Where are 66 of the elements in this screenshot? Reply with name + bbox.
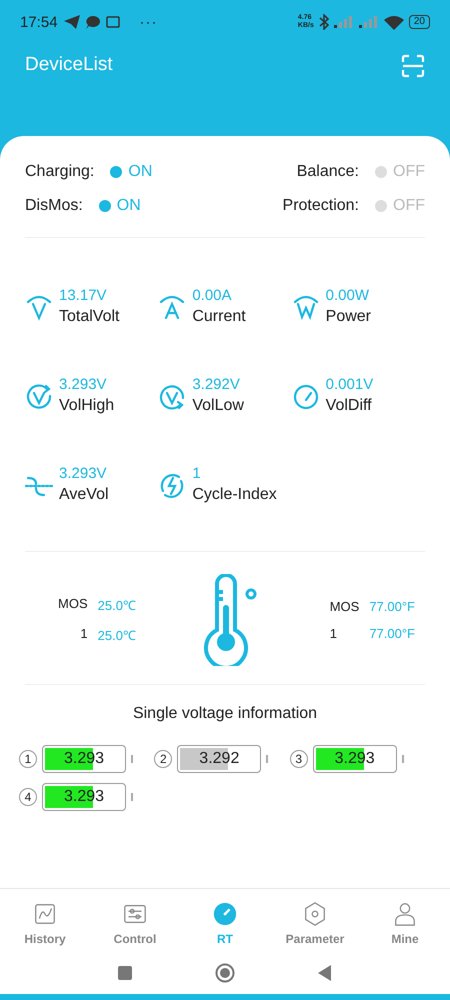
cell-number: 2	[154, 750, 172, 768]
metric-label: Current	[192, 307, 246, 327]
sensor-name: MOS	[58, 596, 88, 613]
cell-number: 1	[19, 750, 37, 768]
status-label: Charging:	[25, 163, 94, 181]
status-label: Balance:	[296, 163, 359, 181]
signal-icon	[358, 16, 379, 28]
metric-value: 13.17V	[59, 286, 108, 306]
metric-icon	[292, 294, 320, 322]
metric-label: AveVol	[59, 485, 109, 505]
signal-icon	[334, 16, 354, 28]
gauge-icon	[212, 901, 238, 927]
temperature-value: 77.00°F	[369, 599, 415, 614]
temperature-value: 25.0℃	[98, 627, 136, 644]
bluetooth-icon	[318, 14, 329, 30]
metric-value: 3.293V	[59, 464, 108, 484]
nav-tab[interactable]: Control	[90, 901, 180, 946]
metric-icon	[158, 383, 186, 411]
more-notifications: ···	[140, 14, 158, 30]
metric-value: 3.292V	[192, 375, 241, 395]
metric-icon	[25, 294, 53, 322]
nav-tab[interactable]: Mine	[360, 901, 450, 946]
status-value: ON	[128, 163, 152, 181]
chart-icon	[32, 901, 58, 927]
metric-label: Power	[326, 307, 372, 327]
metric-label: TotalVolt	[59, 307, 120, 327]
send-icon	[64, 15, 80, 29]
metric-label: Cycle-Index	[192, 485, 277, 505]
cell-voltage: 3.292	[198, 749, 240, 769]
battery-level: 20	[408, 15, 430, 29]
clock: 17:54	[20, 14, 58, 30]
nav-tab[interactable]: Parameter	[270, 901, 360, 946]
nav-tab[interactable]: RT	[180, 901, 270, 946]
sensor-name: MOS	[330, 599, 360, 614]
section-title: Single voltage information	[132, 704, 318, 724]
cell-number: 4	[19, 788, 37, 806]
temperature-value: 77.00°F	[369, 626, 415, 641]
chat-icon	[86, 16, 100, 28]
user-icon	[392, 901, 418, 927]
metric-label: VolDiff	[326, 396, 373, 416]
page-title: DeviceList	[25, 54, 113, 76]
wifi-icon	[384, 14, 404, 30]
status-label: Protection:	[282, 197, 359, 215]
temperature-value: 25.0℃	[98, 597, 136, 614]
status-value: OFF	[393, 197, 425, 215]
status-value: OFF	[393, 163, 425, 181]
scan-icon[interactable]	[401, 54, 425, 78]
status-value: ON	[116, 197, 141, 215]
sensor-name: 1	[330, 626, 338, 641]
hexagon-icon	[302, 901, 328, 927]
cell-number: 3	[290, 750, 308, 768]
metric-icon	[292, 383, 320, 411]
metric-value: 0.00W	[326, 286, 370, 306]
metric-icon	[158, 294, 186, 322]
sensor-name: 1	[79, 626, 88, 643]
metric-value: 0.00A	[192, 286, 233, 306]
metric-value: 0.001V	[326, 375, 374, 395]
metric-label: VolHigh	[59, 396, 114, 416]
metric-value: 3.293V	[59, 375, 108, 395]
metric-value: 1	[192, 464, 202, 484]
status-label: DisMos:	[25, 197, 83, 215]
recents-icon[interactable]	[115, 963, 135, 983]
nav-tab[interactable]: History	[0, 901, 90, 946]
home-icon[interactable]	[215, 963, 235, 983]
metric-icon	[25, 383, 53, 411]
metric-label: VolLow	[192, 396, 244, 416]
